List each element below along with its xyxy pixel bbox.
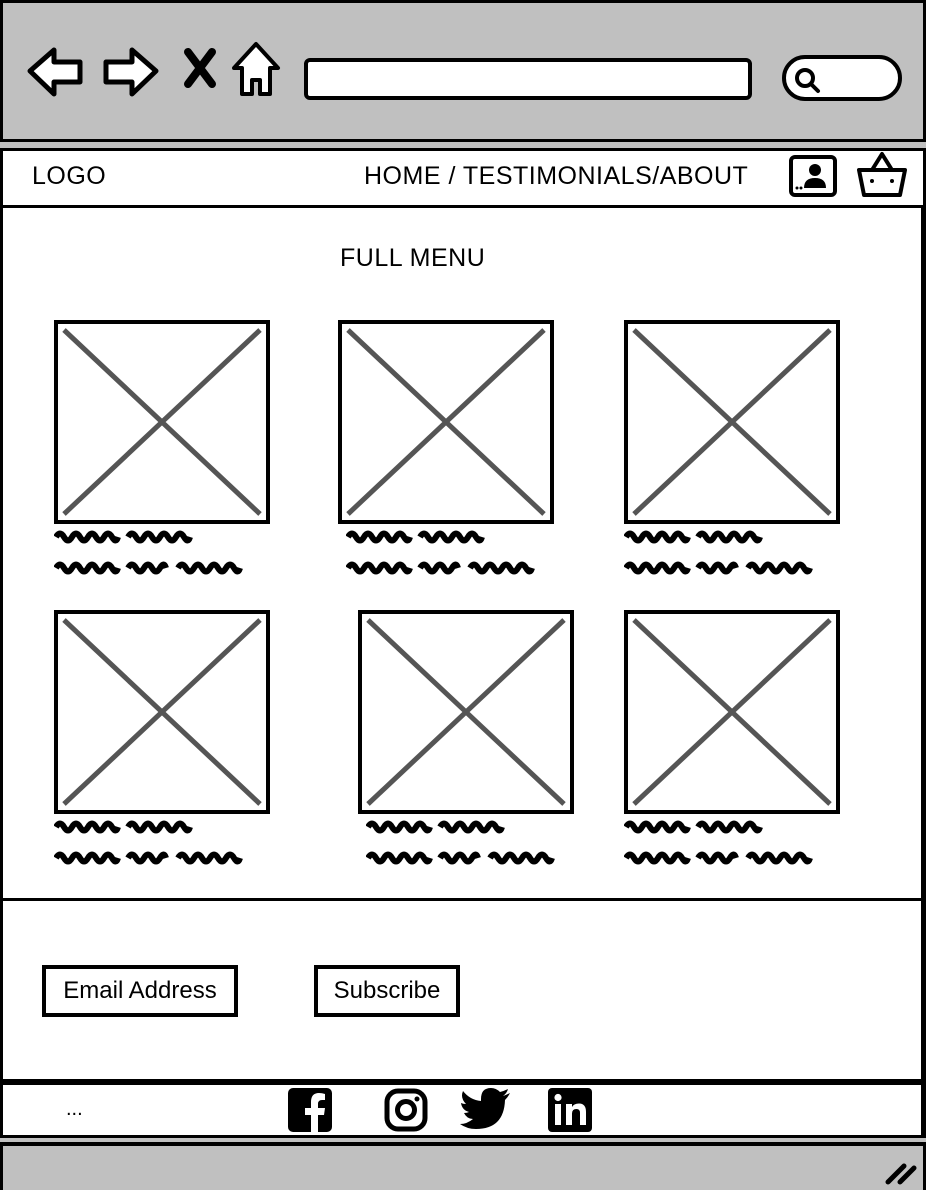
stop-button[interactable] xyxy=(180,46,220,93)
back-arrow-icon xyxy=(27,47,83,97)
user-profile-icon xyxy=(789,155,837,197)
linkedin-icon xyxy=(548,1088,592,1132)
menu-item-image[interactable] xyxy=(358,610,574,814)
facebook-icon xyxy=(288,1088,332,1132)
address-bar[interactable] xyxy=(304,58,752,100)
instagram-icon xyxy=(384,1088,428,1132)
site-logo[interactable]: LOGO xyxy=(32,162,106,191)
image-placeholder-icon xyxy=(632,618,832,806)
instagram-link[interactable] xyxy=(384,1088,428,1137)
image-placeholder-icon xyxy=(62,618,262,806)
cart-button[interactable] xyxy=(856,150,908,203)
page-title: FULL MENU xyxy=(340,244,486,272)
resize-grip-icon[interactable] xyxy=(882,1158,918,1186)
menu-item-image[interactable] xyxy=(624,610,840,814)
close-icon xyxy=(184,48,216,88)
image-placeholder-icon xyxy=(346,328,546,516)
menu-item-image[interactable] xyxy=(54,320,270,524)
menu-item-text-placeholder xyxy=(624,530,813,575)
email-field[interactable] xyxy=(42,965,238,1017)
menu-item-text-placeholder xyxy=(54,530,243,575)
linkedin-link[interactable] xyxy=(548,1088,592,1137)
menu-item-image[interactable] xyxy=(624,320,840,524)
home-icon xyxy=(232,42,280,96)
footer-ellipsis: ... xyxy=(66,1098,83,1120)
menu-item-text-placeholder xyxy=(366,820,555,865)
forward-button[interactable] xyxy=(100,44,160,103)
menu-item-text-placeholder xyxy=(624,820,813,865)
menu-item-image[interactable] xyxy=(54,610,270,814)
menu-item-image[interactable] xyxy=(338,320,554,524)
menu-item-text-placeholder xyxy=(54,820,243,865)
browser-search-box[interactable] xyxy=(782,55,902,101)
browser-status-bar xyxy=(0,1142,926,1190)
home-button[interactable] xyxy=(230,40,282,101)
forward-arrow-icon xyxy=(103,47,159,97)
back-button[interactable] xyxy=(26,44,86,103)
twitter-link[interactable] xyxy=(460,1088,512,1137)
menu-item-text-placeholder xyxy=(346,530,535,575)
image-placeholder-icon xyxy=(62,328,262,516)
image-placeholder-icon xyxy=(366,618,566,806)
shopping-basket-icon xyxy=(857,152,907,197)
twitter-icon xyxy=(460,1088,510,1129)
image-placeholder-icon xyxy=(632,328,832,516)
facebook-link[interactable] xyxy=(288,1088,332,1137)
nav-links[interactable]: HOME / TESTIMONIALS/ABOUT xyxy=(364,162,748,191)
account-button[interactable] xyxy=(788,154,838,203)
search-icon xyxy=(795,68,820,93)
subscribe-button[interactable]: Subscribe xyxy=(314,965,460,1017)
